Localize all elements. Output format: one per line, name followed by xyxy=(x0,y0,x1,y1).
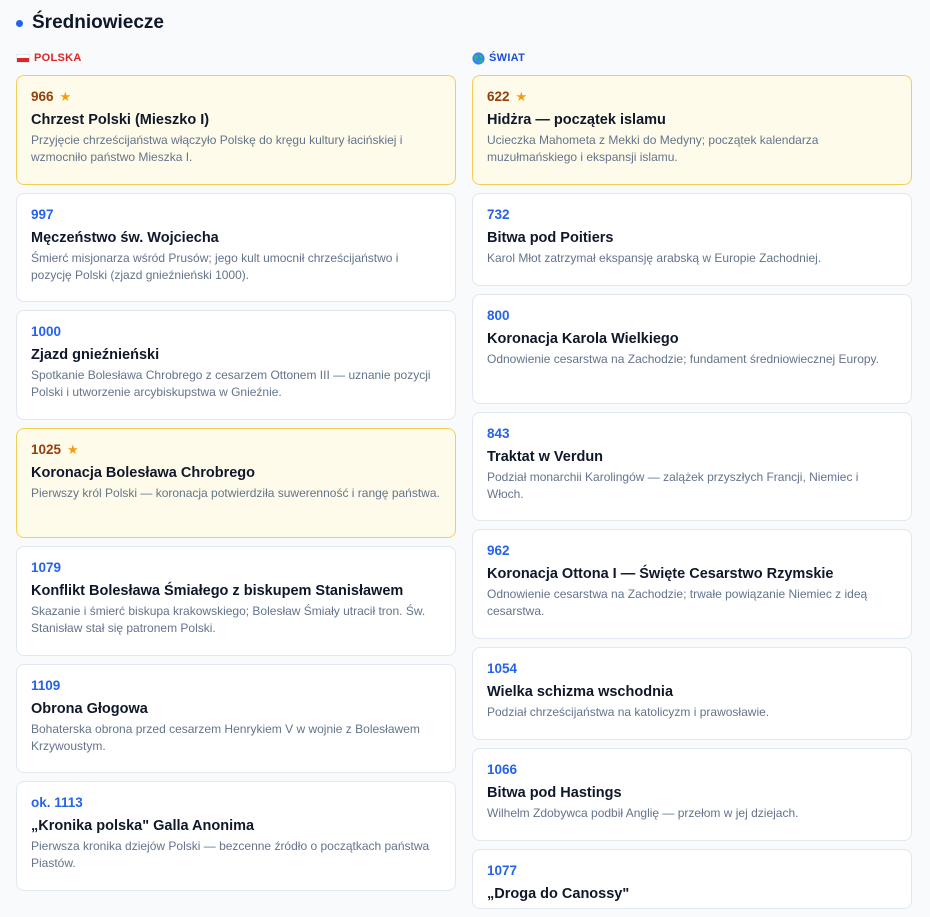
event-card[interactable]: 1000 Zjazd gnieźnieński Spotkanie Bolesław… xyxy=(16,310,456,420)
event-title: Męczeństwo św. Wojciecha xyxy=(31,230,219,246)
swiat-event-list: 622 ★ Hidżra — początek islamu Ucieczka Mah… xyxy=(472,75,912,909)
event-year: 1000 xyxy=(31,323,62,339)
event-description: Spotkanie Bolesława Chrobrego z cesarzem… xyxy=(31,368,431,399)
event-title: Traktat w Verdun xyxy=(487,449,604,465)
event-year-row: ok. 1113 xyxy=(31,792,441,812)
event-year-row: 800 xyxy=(487,305,897,325)
event-title: Chrzest Polski (Mieszko I) xyxy=(31,112,210,128)
event-year-row: 1077 xyxy=(487,860,897,880)
section-header: Średniowiecze xyxy=(16,12,164,34)
event-year-row: 622 ★ xyxy=(487,86,897,106)
event-description: Bohaterska obrona przed cesarzem Henryki… xyxy=(31,722,420,753)
polska-column-label: POLSKA xyxy=(16,50,456,66)
event-description: Pierwszy król Polski — koronacja potwier… xyxy=(31,486,440,500)
event-year: 800 xyxy=(487,307,510,323)
event-year: 1079 xyxy=(31,559,62,575)
event-year: 1109 xyxy=(31,677,61,693)
event-year: 962 xyxy=(487,542,510,558)
event-card[interactable]: 1054 Wielka schizma wschodnia Podział chrz… xyxy=(472,647,912,740)
event-card[interactable]: 1066 Bitwa pod Hastings Wilhelm Zdobywca p… xyxy=(472,748,912,841)
event-card[interactable]: 732 Bitwa pod Poitiers Karol Młot zatrzyma… xyxy=(472,193,912,286)
event-card[interactable]: 800 Koronacja Karola Wielkiego Odnowienie … xyxy=(472,294,912,404)
event-year-row: 1079 xyxy=(31,557,441,577)
event-title: Koronacja Bolesława Chrobrego xyxy=(31,465,255,481)
polska-event-list: 966 ★ Chrzest Polski (Mieszko I) Przyjęcie … xyxy=(16,75,456,891)
event-year: 843 xyxy=(487,425,510,441)
globe-icon xyxy=(472,51,485,65)
event-title: Bitwa pod Poitiers xyxy=(487,230,614,246)
event-card[interactable]: 1109 Obrona Głogowa Bohaterska obrona prze… xyxy=(16,664,456,773)
event-card[interactable]: ok. 1113 „Kronika polska" Galla Anonima Pi… xyxy=(16,781,456,891)
event-description: Odnowienie cesarstwa na Zachodzie; funda… xyxy=(487,352,879,366)
event-year-row: 1066 xyxy=(487,759,897,779)
event-card[interactable]: 1079 Konflikt Bolesława Śmiałego z biskup… xyxy=(16,546,456,656)
star-icon: ★ xyxy=(59,88,72,104)
event-year-row: 966 ★ xyxy=(31,86,441,106)
event-card[interactable]: 966 ★ Chrzest Polski (Mieszko I) Przyjęcie … xyxy=(16,75,456,185)
event-title: „Kronika polska" Galla Anonima xyxy=(31,818,255,834)
event-title: „Droga do Canossy" xyxy=(487,886,630,902)
event-description: Ucieczka Mahometa z Mekki do Medyny; poc… xyxy=(487,133,819,164)
event-description: Pierwsza kronika dziejów Polski — bezcen… xyxy=(31,839,430,870)
star-icon: ★ xyxy=(67,441,79,457)
event-year-row: 1000 xyxy=(31,321,441,341)
event-title: Obrona Głogowa xyxy=(31,701,148,717)
event-title: Koronacja Ottona I — Święte Cesarstwo Rz… xyxy=(487,566,834,582)
event-title: Bitwa pod Hastings xyxy=(487,785,622,801)
event-year-row: 1054 xyxy=(487,658,897,678)
event-year: 1066 xyxy=(487,761,518,777)
event-year: 732 xyxy=(487,206,510,222)
event-description: Podział chrześcijaństwa na katolicyzm i … xyxy=(487,705,770,719)
event-description: Odnowienie cesarstwa na Zachodzie; trwał… xyxy=(487,587,868,618)
event-card[interactable]: 622 ★ Hidżra — początek islamu Ucieczka Mah… xyxy=(472,75,912,185)
event-year: 1077 xyxy=(487,862,518,878)
event-year-row: 997 xyxy=(31,204,441,224)
event-year-row: 1109 xyxy=(31,675,441,695)
event-card[interactable]: 1025 ★ Koronacja Bolesława Chrobrego Pierws… xyxy=(16,428,456,538)
event-title: Konflikt Bolesława Śmiałego z biskupem S… xyxy=(31,583,404,599)
event-year-row: 843 xyxy=(487,423,897,443)
event-description: Przyjęcie chrześcijaństwa włączyło Polsk… xyxy=(31,133,403,164)
event-description: Skazanie i śmierć biskupa krakowskiego; … xyxy=(31,604,426,635)
poland-flag-icon xyxy=(16,53,30,63)
event-title: Hidżra — początek islamu xyxy=(487,112,666,128)
event-description: Śmierć misjonarza wśród Prusów; jego kul… xyxy=(31,251,399,282)
event-year: 1054 xyxy=(487,660,518,676)
star-icon: ★ xyxy=(515,88,528,104)
event-card[interactable]: 997 Męczeństwo św. Wojciecha Śmierć misjon… xyxy=(16,193,456,302)
event-year-row: 732 xyxy=(487,204,897,224)
event-description: Wilhelm Zdobywca podbił Anglię — przełom… xyxy=(487,806,799,820)
event-year: 622 xyxy=(487,88,510,104)
event-year: 1025 xyxy=(31,441,62,457)
section-title: Średniowiecze xyxy=(32,12,164,33)
swiat-column: ŚWIAT 622 ★ Hidżra — początek islamu Uciecz… xyxy=(472,50,912,917)
event-title: Koronacja Karola Wielkiego xyxy=(487,331,679,347)
bullet-dot-icon xyxy=(16,19,23,27)
polska-column: POLSKA 966 ★ Chrzest Polski (Mieszko I) Prz… xyxy=(16,50,456,899)
event-year-row: 1025 ★ xyxy=(31,439,441,459)
event-description: Podział monarchii Karolingów — zalążek p… xyxy=(487,470,859,501)
event-title: Wielka schizma wschodnia xyxy=(487,684,674,700)
event-card[interactable]: 1077 „Droga do Canossy" xyxy=(472,849,912,909)
event-year: ok. 1113 xyxy=(31,794,83,810)
event-year-row: 962 xyxy=(487,540,897,560)
event-year: 997 xyxy=(31,206,54,222)
event-card[interactable]: 843 Traktat w Verdun Podział monarchii Kar… xyxy=(472,412,912,521)
event-year: 966 xyxy=(31,88,54,104)
event-description: Karol Młot zatrzymał ekspansję arabską w… xyxy=(487,251,822,265)
event-card[interactable]: 962 Koronacja Ottona I — Święte Cesarstwo… xyxy=(472,529,912,639)
event-title: Zjazd gnieźnieński xyxy=(31,347,160,363)
swiat-column-label: ŚWIAT xyxy=(472,50,912,66)
